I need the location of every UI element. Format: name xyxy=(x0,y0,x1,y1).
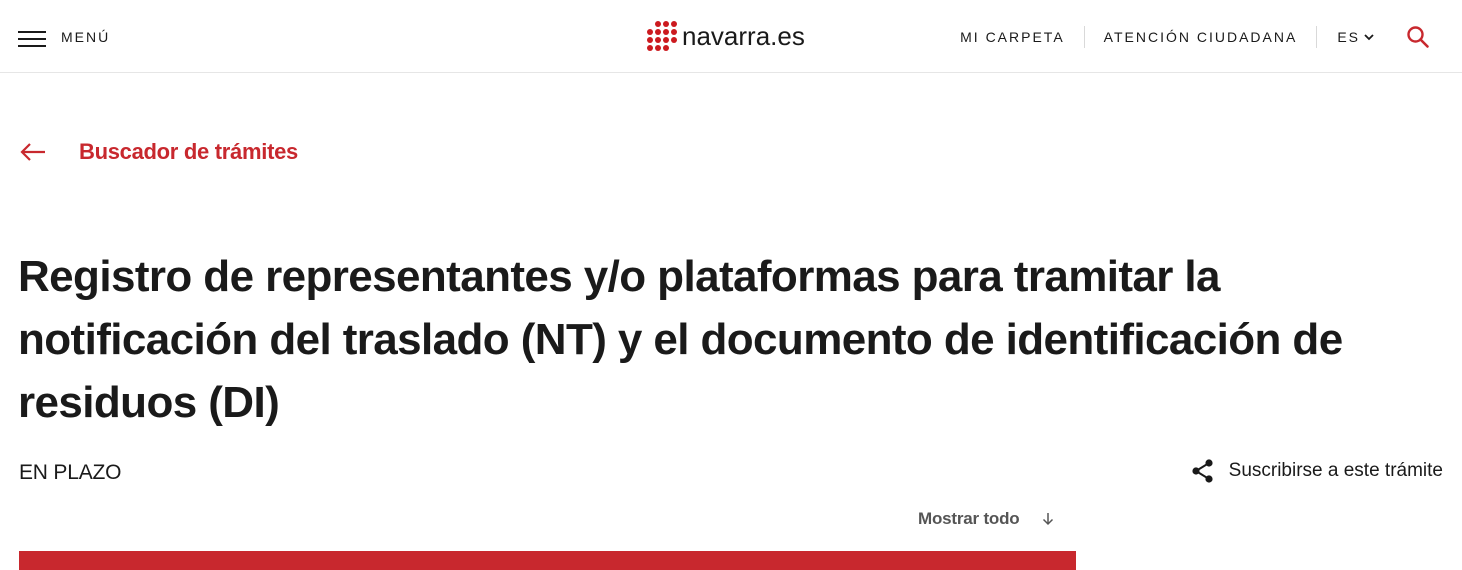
back-to-search-link[interactable]: Buscador de trámites xyxy=(20,138,298,166)
menu-button[interactable]: MENÚ xyxy=(18,27,110,47)
nav-atencion-ciudadana[interactable]: ATENCIÓN CIUDADANA xyxy=(1085,26,1317,48)
logo-dots-icon xyxy=(647,21,677,51)
arrow-left-icon xyxy=(20,138,46,166)
subscribe-label: Suscribirse a este trámite xyxy=(1228,460,1443,481)
accordion-header-bar[interactable] xyxy=(19,551,1076,570)
menu-label: MENÚ xyxy=(61,29,111,45)
header-nav: MI CARPETA ATENCIÓN CIUDADANA ES xyxy=(941,24,1462,50)
hamburger-icon xyxy=(18,27,46,47)
logo-text: navarra.es xyxy=(682,21,805,51)
search-button[interactable] xyxy=(1406,25,1430,49)
subscribe-button[interactable]: Suscribirse a este trámite xyxy=(1190,458,1443,484)
chevron-down-icon xyxy=(1364,34,1374,41)
search-icon xyxy=(1407,26,1429,48)
show-all-label: Mostrar todo xyxy=(918,509,1020,528)
back-link-label: Buscador de trámites xyxy=(79,139,298,164)
page-title: Registro de representantes y/o plataform… xyxy=(18,252,1343,427)
share-icon xyxy=(1192,459,1213,483)
nav-mi-carpeta[interactable]: MI CARPETA xyxy=(941,26,1084,48)
arrow-down-icon xyxy=(1041,511,1055,527)
navarra-logo[interactable]: navarra.es xyxy=(647,21,805,51)
language-selector[interactable]: ES xyxy=(1317,29,1396,45)
language-label: ES xyxy=(1337,29,1360,45)
status-label: EN PLAZO xyxy=(19,461,122,484)
site-header: MENÚ navarra.es MI CARPETA ATENCIÓN CIUD… xyxy=(0,0,1462,73)
show-all-button[interactable]: Mostrar todo xyxy=(918,509,1055,529)
